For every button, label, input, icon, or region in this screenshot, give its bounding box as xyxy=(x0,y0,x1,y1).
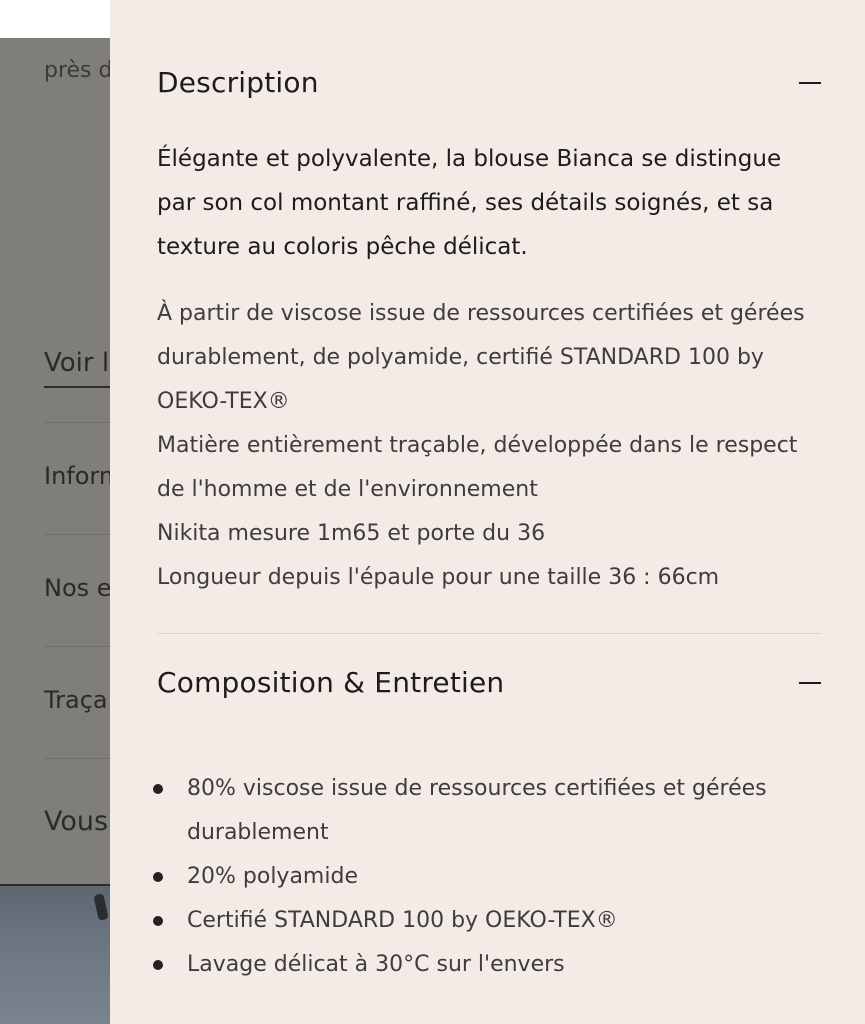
background-menu-item-informations[interactable]: Inform xyxy=(44,462,110,490)
description-lead: Élégante et polyvalente, la blouse Bianc… xyxy=(157,146,782,260)
list-item: 80% viscose issue de ressources certifié… xyxy=(153,767,797,855)
list-item: Certifié STANDARD 100 by OEKO-TEX® xyxy=(153,899,797,943)
background-link-underline xyxy=(44,386,110,388)
background-divider xyxy=(44,758,110,759)
background-link-voir[interactable]: Voir l xyxy=(44,348,109,378)
minus-icon[interactable] xyxy=(799,72,821,94)
description-paragraph: Longueur depuis l'épaule pour une taille… xyxy=(157,565,720,590)
background-menu-item-engagements[interactable]: Nos e xyxy=(44,574,110,602)
composition-item-text: Lavage délicat à 30°C sur l'envers xyxy=(187,952,565,977)
background-partial-text: près d xyxy=(44,58,110,83)
product-details-drawer: Description Élégante et polyvalente, la … xyxy=(110,0,865,1024)
composition-header[interactable]: Composition & Entretien xyxy=(157,666,821,699)
background-menu-item-tracabilite[interactable]: Traça xyxy=(44,686,108,714)
list-item: 20% polyamide xyxy=(153,855,797,899)
composition-item-text: Certifié STANDARD 100 by OEKO-TEX® xyxy=(187,908,618,933)
description-paragraph: Nikita mesure 1m65 et porte du 36 xyxy=(157,521,546,546)
background-header xyxy=(0,0,110,38)
composition-item-text: 80% viscose issue de ressources certifié… xyxy=(187,776,767,845)
section-divider xyxy=(157,633,821,634)
minus-icon[interactable] xyxy=(799,672,821,694)
description-header[interactable]: Description xyxy=(157,66,821,99)
background-divider xyxy=(44,534,110,535)
background-divider xyxy=(44,422,110,423)
description-details: À partir de viscose issue de ressources … xyxy=(157,292,827,600)
background-page: près d Voir l Inform Nos e Traça Vous xyxy=(0,0,110,1024)
list-item: Lavage délicat à 30°C sur l'envers xyxy=(153,943,797,987)
background-menu-item-vous[interactable]: Vous xyxy=(44,806,108,837)
background-divider xyxy=(44,646,110,647)
composition-list: 80% viscose issue de ressources certifié… xyxy=(153,767,797,987)
description-paragraph: À partir de viscose issue de ressources … xyxy=(157,301,805,414)
background-product-image xyxy=(0,886,110,1024)
description-title: Description xyxy=(157,66,319,99)
composition-item-text: 20% polyamide xyxy=(187,864,358,889)
composition-title: Composition & Entretien xyxy=(157,666,505,699)
description-paragraph: Matière entièrement traçable, développée… xyxy=(157,433,798,502)
